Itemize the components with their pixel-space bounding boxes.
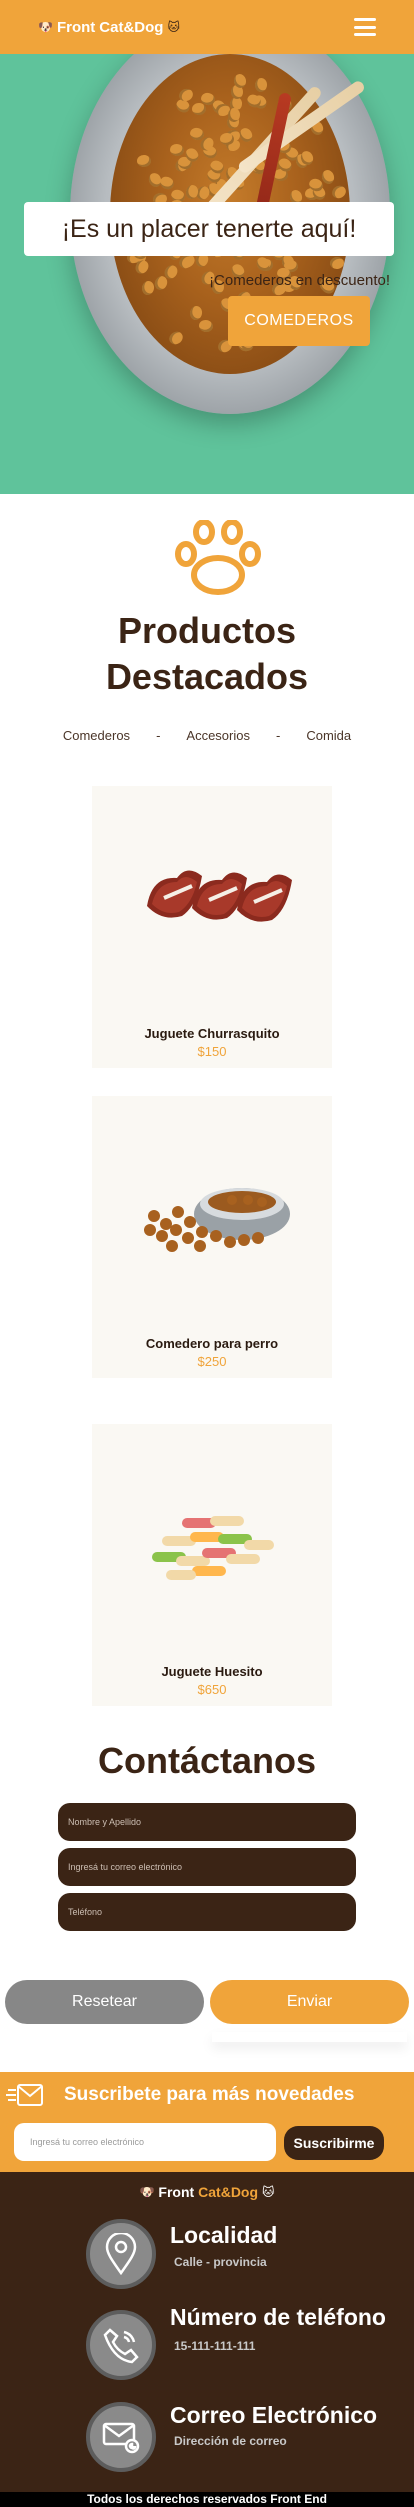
name-field[interactable]	[58, 1803, 356, 1841]
footer-brand-catdog: Cat&Dog	[198, 2184, 259, 2200]
filter-separator: -	[275, 728, 281, 743]
kibble-piece	[136, 154, 151, 168]
products-title-line1: Productos	[117, 610, 296, 651]
promo-text: ¡Comederos en descuento!	[209, 272, 390, 289]
steak-toy-image	[92, 786, 332, 1006]
reset-button[interactable]: Resetear	[5, 1980, 204, 2024]
flying-envelope-icon	[6, 2082, 44, 2108]
location-title: Localidad	[170, 2222, 278, 2248]
newsletter-bar: Suscribete para más novedades Suscribirm…	[0, 2072, 414, 2172]
products-title-line2: Destacados	[105, 656, 309, 697]
newsletter-email-input[interactable]	[14, 2123, 276, 2161]
email-subtitle: Dirección de correo	[174, 2434, 287, 2448]
phone-title: Número de teléfono	[170, 2304, 386, 2330]
hamburger-menu-icon[interactable]	[354, 18, 376, 36]
filter-accesorios[interactable]: Accesorios	[186, 728, 250, 743]
phone-field[interactable]	[58, 1893, 356, 1931]
contact-title: Contáctanos	[97, 1740, 317, 1781]
filter-comida[interactable]: Comida	[306, 728, 351, 743]
paw-icon	[172, 519, 264, 598]
location-pin-icon	[86, 2219, 156, 2289]
email-title: Correo Electrónico	[170, 2402, 378, 2428]
product-filters: Comederos - Accesorios - Comida	[0, 728, 414, 743]
product-card[interactable]: Comedero para perro $250	[92, 1096, 332, 1378]
product-card[interactable]: Juguete Huesito $650	[92, 1424, 332, 1706]
copyright-bar: Todos los derechos reservados Front End	[0, 2492, 414, 2507]
phone-subtitle: 15-111-111-111	[174, 2339, 256, 2353]
dog-bowl-image	[92, 1096, 332, 1316]
footer-brand: 🐶 Front Cat&Dog 🐱	[0, 2184, 414, 2200]
footer-brand-front: Front	[158, 2184, 195, 2200]
welcome-heading: ¡Es un placer tenerte aquí!	[24, 202, 394, 256]
dog-face-icon: 🐶	[139, 2185, 155, 2199]
bone-treats-image	[92, 1424, 332, 1644]
products-title: Productos Destacados	[0, 608, 414, 700]
phone-icon	[86, 2310, 156, 2380]
filter-comederos[interactable]: Comederos	[63, 728, 130, 743]
product-name: Juguete Churrasquito	[144, 1026, 280, 1041]
footer: 🐶 Front Cat&Dog 🐱 Localidad Calle - prov…	[0, 2172, 414, 2507]
cat-face-icon: 🐱	[262, 2185, 275, 2199]
product-price: $250	[197, 1354, 227, 1369]
product-card[interactable]: Juguete Churrasquito $150	[92, 786, 332, 1068]
email-field[interactable]	[58, 1848, 356, 1886]
navbar: 🐶 Front Cat&Dog 🐱	[0, 0, 414, 54]
filter-separator: -	[156, 728, 161, 743]
product-price: $650	[197, 1682, 227, 1697]
comederos-button[interactable]: COMEDEROS	[228, 296, 370, 346]
location-subtitle: Calle - provincia	[174, 2255, 267, 2269]
hero-banner: ¡Es un placer tenerte aquí! ¡Comederos e…	[0, 54, 414, 494]
brand-catdog-text: Cat&Dog	[99, 18, 164, 36]
send-button[interactable]: Enviar	[210, 1980, 409, 2024]
brand-front-text: Front	[56, 18, 96, 36]
brand-logo[interactable]: 🐶 Front Cat&Dog 🐱	[38, 19, 180, 36]
product-name: Comedero para perro	[145, 1336, 279, 1351]
product-price: $150	[197, 1044, 227, 1059]
cat-face-icon: 🐱	[167, 20, 180, 34]
email-icon	[86, 2402, 156, 2472]
send-button-shadow	[212, 2032, 407, 2042]
subscribe-button[interactable]: Suscribirme	[284, 2126, 384, 2160]
newsletter-title: Suscribete para más novedades	[64, 2084, 355, 2105]
product-name: Juguete Huesito	[161, 1664, 263, 1679]
dog-face-icon: 🐶	[38, 20, 53, 34]
